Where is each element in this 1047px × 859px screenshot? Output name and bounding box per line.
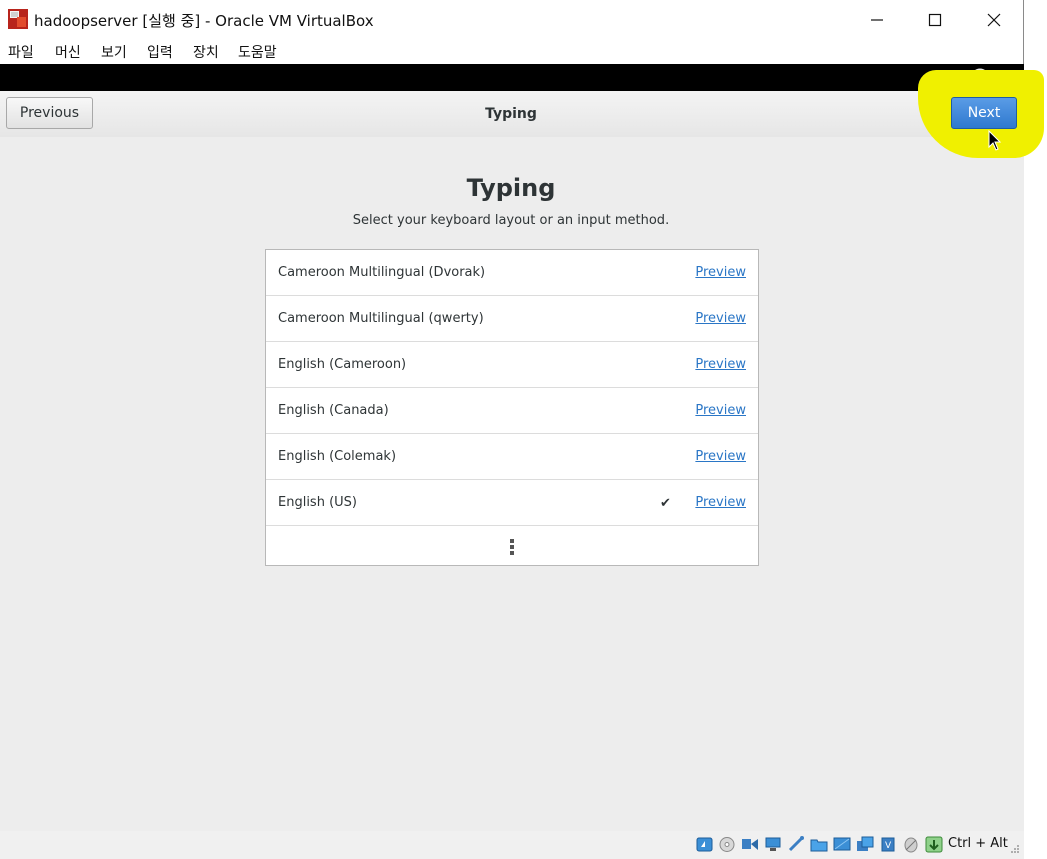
layout-label: English (US)	[278, 495, 357, 510]
keyboard-capture-icon[interactable]	[925, 836, 943, 853]
page-title: Typing	[466, 174, 556, 202]
menu-input[interactable]: 입력	[147, 42, 173, 62]
menu-machine[interactable]: 머신	[55, 42, 81, 62]
maximize-button[interactable]	[912, 4, 958, 34]
list-item[interactable]: English (Canada) Preview	[266, 388, 758, 434]
list-item-selected[interactable]: English (US) ✔ Preview	[266, 480, 758, 526]
mouse-cursor-icon	[988, 130, 1002, 151]
maximize-icon	[928, 13, 942, 27]
list-item[interactable]: English (Cameroon) Preview	[266, 342, 758, 388]
more-layouts-button[interactable]	[266, 526, 758, 566]
guest-top-bar	[0, 64, 1024, 91]
minimize-button[interactable]	[854, 4, 900, 34]
preview-link[interactable]: Preview	[695, 495, 746, 510]
shared-folders-icon[interactable]	[810, 836, 828, 853]
preview-link[interactable]: Preview	[695, 357, 746, 372]
list-item[interactable]: English (Colemak) Preview	[266, 434, 758, 480]
host-key-label: Ctrl + Alt	[948, 836, 1008, 851]
layout-label: English (Colemak)	[278, 449, 397, 464]
menu-help[interactable]: 도움말	[238, 42, 277, 62]
title-bar[interactable]: hadoopserver [실행 중] - Oracle VM VirtualB…	[0, 0, 1024, 38]
layout-label: Cameroon Multilingual (qwerty)	[278, 311, 484, 326]
preview-link[interactable]: Preview	[695, 265, 746, 280]
virtualbox-window: hadoopserver [실행 중] - Oracle VM VirtualB…	[0, 0, 1024, 859]
layout-label: Cameroon Multilingual (Dvorak)	[278, 265, 486, 280]
cpu-icon[interactable]: V	[879, 836, 897, 853]
mouse-integration-icon[interactable]	[902, 836, 920, 853]
video-capture-icon[interactable]	[856, 836, 874, 853]
close-button[interactable]	[971, 4, 1017, 34]
header-title: Typing	[485, 106, 537, 122]
menu-devices[interactable]: 장치	[193, 42, 219, 62]
close-icon	[987, 13, 1001, 27]
menu-file[interactable]: 파일	[8, 42, 34, 62]
preview-link[interactable]: Preview	[695, 311, 746, 326]
preview-link[interactable]: Preview	[695, 403, 746, 418]
minimize-icon	[871, 19, 883, 21]
list-item[interactable]: Cameroon Multilingual (Dvorak) Preview	[266, 250, 758, 296]
usb-icon[interactable]	[787, 836, 805, 853]
hard-disk-icon[interactable]	[696, 836, 714, 853]
menu-bar: 파일 머신 보기 입력 장치 도움말	[0, 38, 1024, 64]
window-title: hadoopserver [실행 중] - Oracle VM VirtualB…	[34, 12, 374, 30]
layout-label: English (Cameroon)	[278, 357, 407, 372]
next-button[interactable]: Next	[951, 97, 1017, 129]
network-icon[interactable]	[764, 836, 782, 853]
audio-icon[interactable]	[741, 836, 759, 853]
layout-label: English (Canada)	[278, 403, 389, 418]
list-item[interactable]: Cameroon Multilingual (qwerty) Preview	[266, 296, 758, 342]
preview-link[interactable]: Preview	[695, 449, 746, 464]
display-icon[interactable]	[833, 836, 851, 853]
optical-drive-icon[interactable]	[718, 836, 736, 853]
svg-text:V: V	[885, 841, 892, 851]
keyboard-layout-list: Cameroon Multilingual (Dvorak) Preview C…	[265, 249, 759, 566]
checkmark-icon: ✔	[660, 495, 671, 510]
resize-grip-icon[interactable]	[1010, 844, 1020, 854]
menu-view[interactable]: 보기	[101, 42, 127, 62]
page-subtitle: Select your keyboard layout or an input …	[352, 213, 670, 228]
virtualbox-app-icon	[8, 9, 28, 29]
vertical-ellipsis-icon	[510, 539, 514, 557]
